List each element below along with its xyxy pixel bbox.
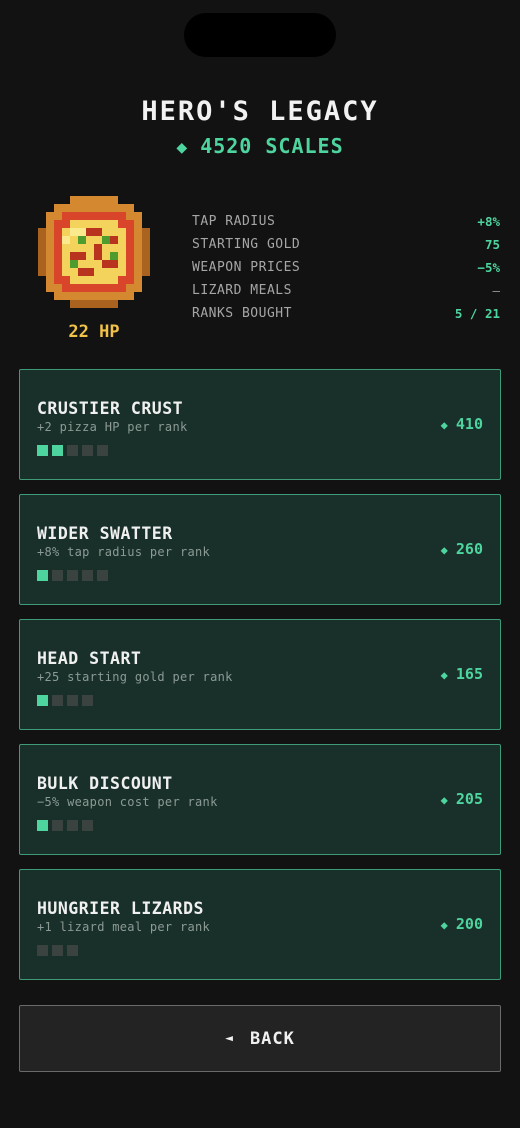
rank-pip-empty <box>97 445 108 456</box>
upgrade-name: HUNGRIER LIZARDS <box>37 899 204 918</box>
stat-label: LIZARD MEALS <box>192 283 292 298</box>
upgrade-price: ◆ 205 <box>441 790 483 808</box>
rank-pip-empty <box>82 820 93 831</box>
stat-value: 75 <box>484 237 500 252</box>
scale-gem-icon: ◆ <box>440 793 448 807</box>
rank-pip-empty <box>52 945 63 956</box>
rank-pip-empty <box>82 570 93 581</box>
rank-pip-empty <box>37 945 48 956</box>
rank-pips <box>37 695 93 706</box>
upgrade-card-head-start[interactable]: HEAD START +25 starting gold per rank ◆ 1… <box>19 619 501 730</box>
upgrade-description: +1 lizard meal per rank <box>37 920 211 934</box>
price-value: 165 <box>455 665 483 683</box>
upgrade-card-crustier-crust[interactable]: CRUSTIER CRUST +2 pizza HP per rank ◆ 410 <box>19 369 501 480</box>
upgrade-name: HEAD START <box>37 649 142 668</box>
stat-label: RANKS BOUGHT <box>192 306 292 321</box>
stat-label: WEAPON PRICES <box>192 260 301 275</box>
rank-pip-filled <box>37 820 48 831</box>
pizza-hp: 22 HP <box>68 322 120 342</box>
stat-row-starting-gold: STARTING GOLD 75 <box>192 233 500 256</box>
stat-label: STARTING GOLD <box>192 237 301 252</box>
scale-gem-icon: ◆ <box>440 918 448 932</box>
price-value: 410 <box>455 415 483 433</box>
back-button[interactable]: ◄ BACK <box>19 1005 501 1072</box>
upgrade-price: ◆ 200 <box>441 915 483 933</box>
upgrade-name: WIDER SWATTER <box>37 524 173 543</box>
upgrade-price: ◆ 165 <box>441 665 483 683</box>
rank-pip-empty <box>97 570 108 581</box>
pizza-icon <box>38 196 150 308</box>
page-title: HERO'S LEGACY <box>141 96 379 127</box>
rank-pip-empty <box>52 820 63 831</box>
stat-value: 5 / 21 <box>454 306 500 321</box>
price-value: 260 <box>455 540 483 558</box>
upgrade-card-hungrier-lizards[interactable]: HUNGRIER LIZARDS +1 lizard meal per rank… <box>19 869 501 980</box>
rank-pips <box>37 820 93 831</box>
stat-value: — <box>492 283 500 298</box>
rank-pip-empty <box>82 445 93 456</box>
upgrade-name: CRUSTIER CRUST <box>37 399 184 418</box>
rank-pip-empty <box>67 945 78 956</box>
rank-pips <box>37 945 78 956</box>
rank-pips <box>37 570 108 581</box>
scale-gem-icon: ◆ <box>440 668 448 682</box>
rank-pip-filled <box>52 445 63 456</box>
stat-label: TAP RADIUS <box>192 214 276 229</box>
stat-row-ranks-bought: RANKS BOUGHT 5 / 21 <box>192 302 500 325</box>
price-value: 205 <box>455 790 483 808</box>
back-arrow-icon: ◄ <box>225 1031 234 1046</box>
stat-value: +8% <box>477 214 500 229</box>
rank-pip-empty <box>67 445 78 456</box>
upgrade-card-bulk-discount[interactable]: BULK DISCOUNT −5% weapon cost per rank ◆… <box>19 744 501 855</box>
stat-row-lizard-meals: LIZARD MEALS — <box>192 279 500 302</box>
upgrade-description: +25 starting gold per rank <box>37 670 233 684</box>
upgrade-price: ◆ 260 <box>441 540 483 558</box>
stats-panel: TAP RADIUS +8% STARTING GOLD 75 WEAPON P… <box>192 210 500 325</box>
back-label: BACK <box>249 1028 295 1049</box>
rank-pip-empty <box>67 820 78 831</box>
rank-pip-filled <box>37 570 48 581</box>
scale-gem-icon: ◆ <box>176 137 189 158</box>
upgrade-description: +2 pizza HP per rank <box>37 420 188 434</box>
upgrade-list: CRUSTIER CRUST +2 pizza HP per rank ◆ 410… <box>19 369 501 994</box>
upgrade-description: +8% tap radius per rank <box>37 545 211 559</box>
upgrade-card-wider-swatter[interactable]: WIDER SWATTER +8% tap radius per rank ◆ 2… <box>19 494 501 605</box>
camera-notch <box>184 13 336 57</box>
rank-pip-empty <box>52 695 63 706</box>
upgrade-description: −5% weapon cost per rank <box>37 795 218 809</box>
rank-pip-empty <box>67 570 78 581</box>
stat-row-tap-radius: TAP RADIUS +8% <box>192 210 500 233</box>
currency-text: 4520 SCALES <box>200 134 344 158</box>
upgrade-price: ◆ 410 <box>441 415 483 433</box>
scale-gem-icon: ◆ <box>440 543 448 557</box>
rank-pip-filled <box>37 445 48 456</box>
rank-pip-filled <box>37 695 48 706</box>
rank-pip-empty <box>82 695 93 706</box>
scale-gem-icon: ◆ <box>440 418 448 432</box>
stat-row-weapon-prices: WEAPON PRICES −5% <box>192 256 500 279</box>
currency-balance: ◆ 4520 SCALES <box>0 134 520 158</box>
rank-pip-empty <box>67 695 78 706</box>
upgrade-name: BULK DISCOUNT <box>37 774 173 793</box>
rank-pips <box>37 445 108 456</box>
rank-pip-empty <box>52 570 63 581</box>
stat-value: −5% <box>477 260 500 275</box>
price-value: 200 <box>455 915 483 933</box>
